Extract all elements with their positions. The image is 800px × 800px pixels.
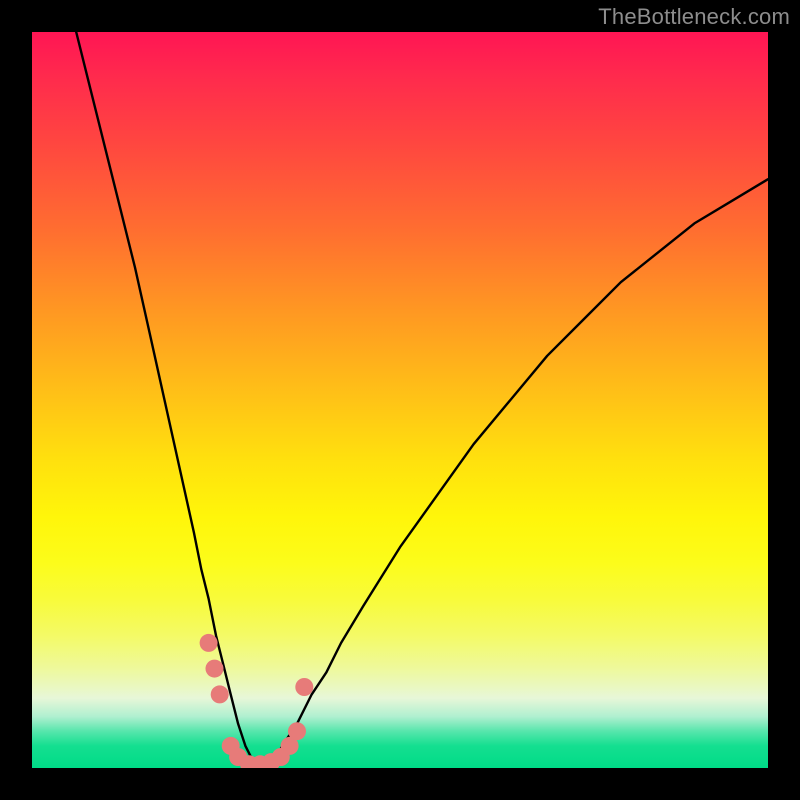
highlight-dot <box>295 678 313 696</box>
outer-frame: TheBottleneck.com <box>0 0 800 800</box>
highlight-dot <box>211 685 229 703</box>
highlight-dot <box>200 634 218 652</box>
highlighted-range-dots <box>200 634 314 768</box>
bottleneck-curve <box>76 32 768 768</box>
plot-area <box>32 32 768 768</box>
watermark-text: TheBottleneck.com <box>598 4 790 30</box>
highlight-dot <box>288 722 306 740</box>
chart-svg <box>32 32 768 768</box>
highlight-dot <box>206 660 224 678</box>
